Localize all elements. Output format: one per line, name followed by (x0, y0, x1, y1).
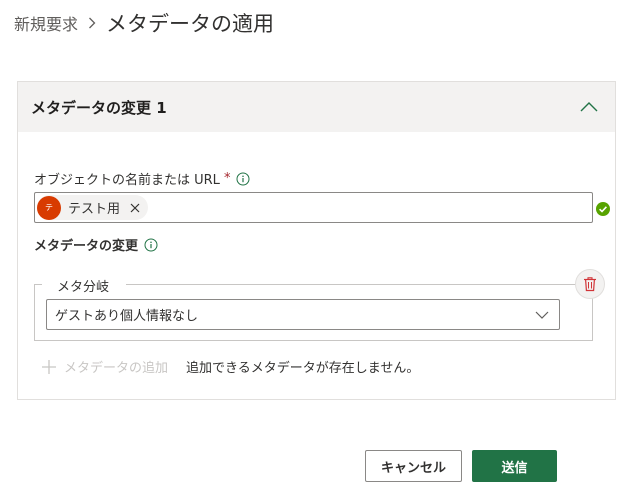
metadata-group-top-border (34, 284, 593, 285)
info-icon[interactable] (236, 172, 250, 186)
valid-check-icon (596, 201, 610, 220)
breadcrumb-parent-link[interactable]: 新規要求 (14, 11, 78, 35)
delete-button[interactable] (575, 269, 605, 299)
plus-icon (42, 359, 56, 374)
page-title: メタデータの適用 (106, 12, 275, 36)
panel-header[interactable]: メタデータの変更 1 (18, 82, 615, 132)
trash-icon (584, 277, 596, 292)
selected-object-chip[interactable]: テ テスト用 (37, 195, 149, 220)
metadata-group-legend: メタ分岐 (53, 276, 114, 295)
add-metadata-label: メタデータの追加 (64, 361, 169, 376)
metadata-value-dropdown[interactable]: ゲストあり個人情報なし (46, 299, 560, 330)
object-field-label: オブジェクトの名前または URL * (34, 169, 250, 188)
chevron-up-icon (580, 102, 598, 112)
remove-chip-button[interactable] (128, 201, 142, 215)
add-metadata-button[interactable]: メタデータの追加 (42, 357, 168, 376)
info-icon[interactable] (144, 238, 158, 252)
required-marker: * (223, 171, 231, 186)
metadata-change-panel: メタデータの変更 1 オブジェクトの名前または URL * テ テスト用 メタデ… (17, 81, 616, 400)
avatar: テ (37, 195, 61, 220)
panel-title: メタデータの変更 1 (31, 98, 167, 117)
breadcrumb: 新規要求 メタデータの適用 (14, 10, 274, 36)
metadata-change-label: メタデータの変更 (34, 235, 158, 254)
add-metadata-row: メタデータの追加 追加できるメタデータが存在しません。 (42, 357, 419, 376)
close-icon (130, 203, 140, 212)
chevron-down-icon (535, 311, 549, 319)
collapse-button[interactable] (577, 95, 601, 119)
add-metadata-note: 追加できるメタデータが存在しません。 (186, 361, 420, 376)
object-picker-input[interactable]: テ テスト用 (34, 192, 593, 223)
cancel-button[interactable]: キャンセル (365, 450, 462, 482)
submit-button[interactable]: 送信 (472, 450, 557, 482)
selected-object-name: テスト用 (68, 202, 121, 217)
dropdown-selected-value: ゲストあり個人情報なし (55, 309, 199, 324)
chevron-right-icon (88, 17, 96, 29)
